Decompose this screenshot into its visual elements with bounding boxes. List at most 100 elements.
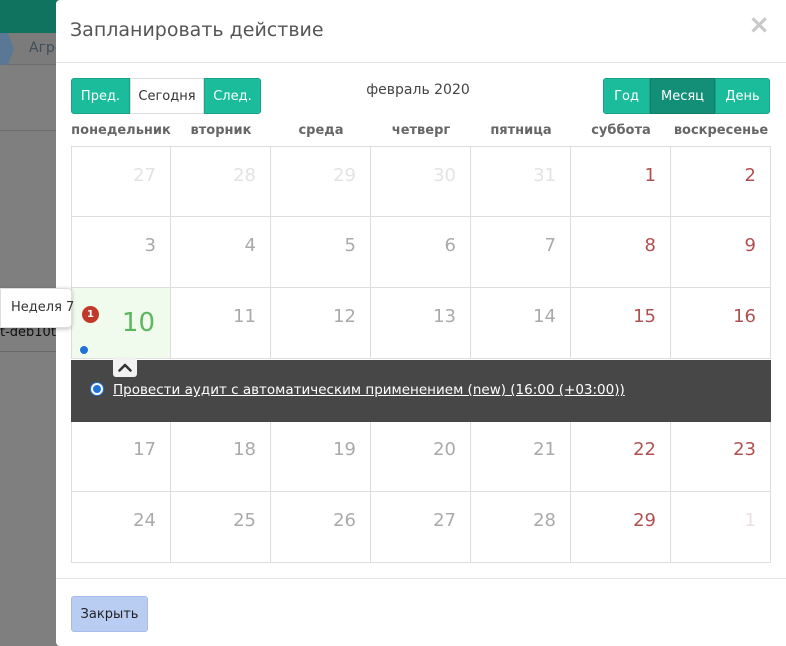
background-divider [0,130,60,131]
weekday-header: среда [298,123,344,138]
day-cell[interactable]: 28 [471,492,571,563]
year-view-button[interactable]: Год [603,78,650,114]
today-button[interactable]: Сегодня [130,78,204,114]
day-number: 20 [433,439,456,460]
day-number: 13 [433,306,456,327]
day-number: 2 [744,165,756,186]
close-icon[interactable]: × [748,12,770,38]
day-number: 7 [544,235,556,256]
day-number: 12 [333,306,356,327]
day-number: 10 [121,308,155,338]
week-number-tooltip: Неделя 7 [0,288,75,328]
day-cell[interactable]: 30 [371,146,471,217]
day-cell[interactable]: 9 [671,217,771,288]
day-cell[interactable]: 16 [671,288,771,359]
prev-button[interactable]: Пред. [71,78,130,114]
day-cell[interactable]: 14 [471,288,571,359]
day-number: 28 [233,165,256,186]
breadcrumb: Агре [0,33,63,65]
day-cell[interactable]: 29 [271,146,371,217]
day-cell[interactable]: 26 [271,492,371,563]
day-number: 30 [433,165,456,186]
day-number: 21 [533,439,556,460]
collapse-button[interactable] [113,357,137,377]
day-cell[interactable]: 3 [71,217,171,288]
weekday-header: понедельник [71,123,171,138]
weekday-header: пятница [490,123,552,138]
modal-footer: Закрыть [56,578,786,646]
day-cell[interactable]: 1 [671,492,771,563]
weekday-header: суббота [591,123,651,138]
day-cell[interactable]: 20 [371,421,471,492]
day-cell[interactable]: 12 [271,288,371,359]
modal-header: Запланировать действие × [56,0,786,63]
day-cell[interactable]: 19 [271,421,371,492]
month-title: февраль 2020 [366,82,470,98]
day-view-button[interactable]: День [715,78,770,114]
day-cell[interactable]: 15 [571,288,671,359]
day-cell[interactable]: 29 [571,492,671,563]
day-number: 16 [733,306,756,327]
day-cell[interactable]: 7 [471,217,571,288]
day-cell[interactable]: 23 [671,421,771,492]
day-cell[interactable]: 28 [171,146,271,217]
day-cell[interactable]: 31 [471,146,571,217]
day-number: 4 [244,235,256,256]
next-button[interactable]: След. [204,78,261,114]
day-cell[interactable]: 1 [571,146,671,217]
day-cell[interactable]: 4 [171,217,271,288]
day-number: 15 [633,306,656,327]
day-cell[interactable]: 25 [171,492,271,563]
week-number-label: Неделя 7 [11,300,75,315]
breadcrumb-chevron-icon [0,33,14,65]
day-number: 23 [733,439,756,460]
day-number: 1 [644,165,656,186]
day-cell[interactable]: 18 [171,421,271,492]
day-number: 1 [744,510,756,531]
event-panel: Провести аудит с автоматическим применен… [71,357,771,422]
day-cell[interactable]: 10 1 [71,288,171,359]
day-number: 14 [533,306,556,327]
event-count-badge[interactable]: 1 [82,306,99,323]
day-number: 19 [333,439,356,460]
day-cell[interactable]: 21 [471,421,571,492]
schedule-action-modal: Запланировать действие × Пред. Сегодня С… [56,0,786,646]
weekday-header: воскресенье [673,123,769,138]
day-number: 24 [133,510,156,531]
day-number: 29 [333,165,356,186]
day-number: 29 [633,510,656,531]
day-number: 8 [644,235,656,256]
day-cell[interactable]: 5 [271,217,371,288]
day-cell[interactable]: 6 [371,217,471,288]
day-cell[interactable]: 13 [371,288,471,359]
day-cell[interactable]: 11 [171,288,271,359]
close-button[interactable]: Закрыть [71,596,148,632]
day-cell[interactable]: 17 [71,421,171,492]
weekday-header: четверг [391,123,451,138]
day-number: 11 [233,306,256,327]
event-link[interactable]: Провести аудит с автоматическим применен… [113,382,625,398]
day-cell[interactable]: 27 [371,492,471,563]
day-number: 18 [233,439,256,460]
day-number: 17 [133,439,156,460]
day-number: 28 [533,510,556,531]
day-number: 3 [144,235,156,256]
event-dot-icon [79,345,89,355]
day-cell[interactable]: 24 [71,492,171,563]
day-number: 31 [533,165,556,186]
day-cell[interactable]: 22 [571,421,671,492]
event-status-dot-icon [91,383,103,395]
day-number: 27 [133,165,156,186]
day-number: 9 [744,235,756,256]
weekday-header: вторник [190,123,252,138]
month-view-button[interactable]: Месяц [650,78,715,114]
day-cell[interactable]: 8 [571,217,671,288]
day-number: 25 [233,510,256,531]
day-number: 6 [444,235,456,256]
day-cell[interactable]: 2 [671,146,771,217]
modal-title: Запланировать действие [70,19,324,41]
day-number: 5 [344,235,356,256]
day-number: 26 [333,510,356,531]
day-cell[interactable]: 27 [71,146,171,217]
day-number: 27 [433,510,456,531]
